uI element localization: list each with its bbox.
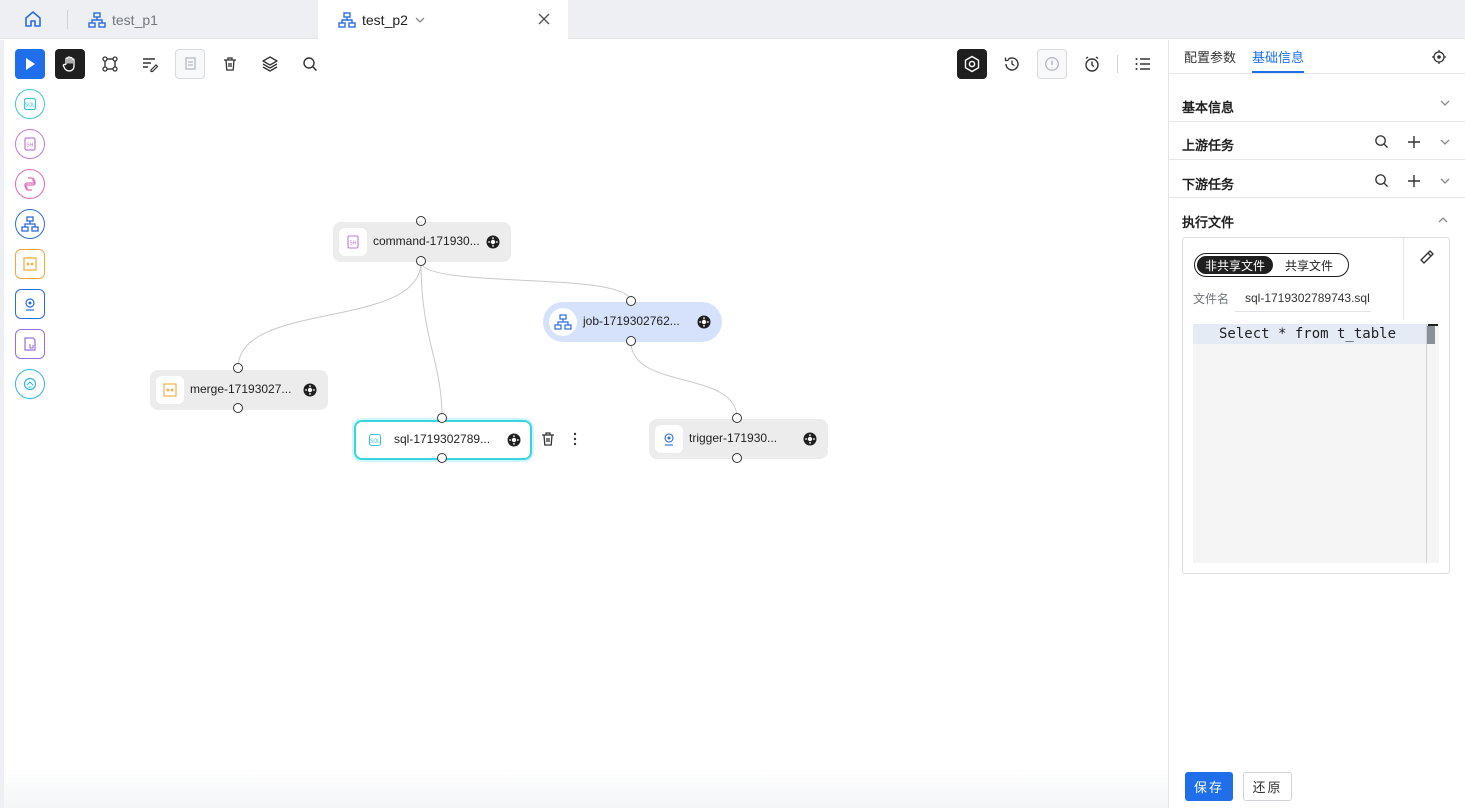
node-label: trigger-171930... xyxy=(689,431,778,445)
workflow-canvas[interactable]: SQL SH SH command-171930... job-17193027… xyxy=(4,40,1168,808)
job-icon xyxy=(549,308,577,336)
exec-file-box: 非共享文件 共享文件 文件名 Select * from t_table xyxy=(1182,237,1450,574)
port-out[interactable] xyxy=(416,256,426,266)
save-button[interactable]: 保存 xyxy=(1185,772,1233,801)
active-tab-indicator xyxy=(1252,71,1304,73)
port-out[interactable] xyxy=(732,453,742,463)
reset-button[interactable]: 还原 xyxy=(1243,772,1292,801)
file-share-toggle[interactable]: 非共享文件 共享文件 xyxy=(1194,253,1349,277)
trigger-icon xyxy=(655,425,683,453)
section-downstream[interactable]: 下游任务 xyxy=(1169,160,1465,198)
code-line: Select * from t_table xyxy=(1219,326,1397,342)
svg-text:SH: SH xyxy=(350,241,357,247)
node-label: job-1719302762... xyxy=(583,314,680,328)
panel-tabs: 配置参数 基础信息 xyxy=(1169,40,1465,74)
node-actions xyxy=(540,431,578,447)
gear-icon[interactable] xyxy=(802,431,818,447)
code-editor[interactable]: Select * from t_table xyxy=(1193,324,1439,563)
workflow-icon xyxy=(88,11,106,28)
search-icon[interactable] xyxy=(1374,134,1389,149)
search-icon[interactable] xyxy=(1374,173,1389,188)
section-upstream[interactable]: 上游任务 xyxy=(1169,122,1465,160)
section-basic-info[interactable]: 基本信息 xyxy=(1169,74,1465,122)
chevron-down-icon[interactable] xyxy=(414,14,426,26)
port-in[interactable] xyxy=(626,296,636,306)
gear-icon[interactable] xyxy=(302,382,318,398)
port-out[interactable] xyxy=(437,453,447,463)
workflow-icon xyxy=(338,11,356,28)
tab-label: test_p1 xyxy=(112,11,158,28)
merge-icon xyxy=(156,376,184,404)
edge-command-job xyxy=(420,261,632,303)
file-name-label: 文件名 xyxy=(1193,292,1230,306)
plus-icon[interactable] xyxy=(1407,174,1421,188)
file-box-divider xyxy=(1403,238,1404,320)
svg-text:SQL: SQL xyxy=(370,439,380,445)
edge-job-trigger xyxy=(630,341,738,419)
tab-bar: test_p1 test_p2 xyxy=(0,0,1465,40)
edge-command-sql xyxy=(420,261,443,419)
chevron-down-icon[interactable] xyxy=(1439,175,1451,187)
segment-shared[interactable]: 共享文件 xyxy=(1285,257,1333,274)
section-title: 下游任务 xyxy=(1182,177,1235,192)
more-icon[interactable] xyxy=(572,431,578,447)
edge-command-merge xyxy=(237,261,422,369)
node-label: merge-17193027... xyxy=(190,382,292,396)
chevron-up-icon[interactable] xyxy=(1437,214,1449,226)
section-title: 执行文件 xyxy=(1182,215,1235,230)
section-controls xyxy=(1439,97,1451,109)
file-name-input[interactable] xyxy=(1235,284,1371,312)
gear-icon[interactable] xyxy=(696,314,712,330)
section-controls xyxy=(1374,173,1451,188)
chevron-down-icon[interactable] xyxy=(1439,136,1451,148)
plus-icon[interactable] xyxy=(1407,135,1421,149)
editor-overview-marker xyxy=(1428,324,1438,326)
port-in[interactable] xyxy=(233,363,243,373)
trash-icon[interactable] xyxy=(540,431,556,447)
section-controls xyxy=(1374,134,1451,149)
shell-icon: SH xyxy=(339,228,367,256)
node-label: command-171930... xyxy=(373,234,480,248)
section-title: 基本信息 xyxy=(1182,100,1235,115)
tab-config-params[interactable]: 配置参数 xyxy=(1184,47,1236,66)
edges-layer xyxy=(237,261,738,419)
section-title: 上游任务 xyxy=(1182,138,1235,153)
tab-test-p2[interactable]: test_p2 xyxy=(318,0,568,40)
tab-label: test_p2 xyxy=(362,11,408,28)
properties-panel: 配置参数 基础信息 基本信息 上游任务 下游任务 执行文件 非共享文件 共享文件… xyxy=(1168,40,1465,808)
tab-basic-info[interactable]: 基础信息 xyxy=(1252,47,1304,66)
port-in[interactable] xyxy=(416,216,426,226)
gear-icon[interactable] xyxy=(506,432,522,448)
port-in[interactable] xyxy=(732,413,742,423)
editor-scrollbar-thumb[interactable] xyxy=(1427,326,1435,344)
sql-icon: SQL xyxy=(361,426,389,454)
port-out[interactable] xyxy=(233,403,243,413)
tab-separator xyxy=(67,10,68,29)
close-icon[interactable] xyxy=(536,11,552,27)
port-in[interactable] xyxy=(437,413,447,423)
gear-icon[interactable] xyxy=(485,234,501,250)
segment-non-shared[interactable]: 非共享文件 xyxy=(1197,256,1274,274)
tab-test-p1[interactable]: test_p1 xyxy=(88,0,158,39)
port-out[interactable] xyxy=(626,336,636,346)
chevron-down-icon[interactable] xyxy=(1439,97,1451,109)
node-label: sql-1719302789... xyxy=(394,432,491,446)
format-code-icon[interactable] xyxy=(1418,248,1436,266)
editor-scrollbar-track xyxy=(1426,324,1427,563)
locate-icon[interactable] xyxy=(1431,49,1447,65)
home-icon[interactable] xyxy=(22,8,44,30)
